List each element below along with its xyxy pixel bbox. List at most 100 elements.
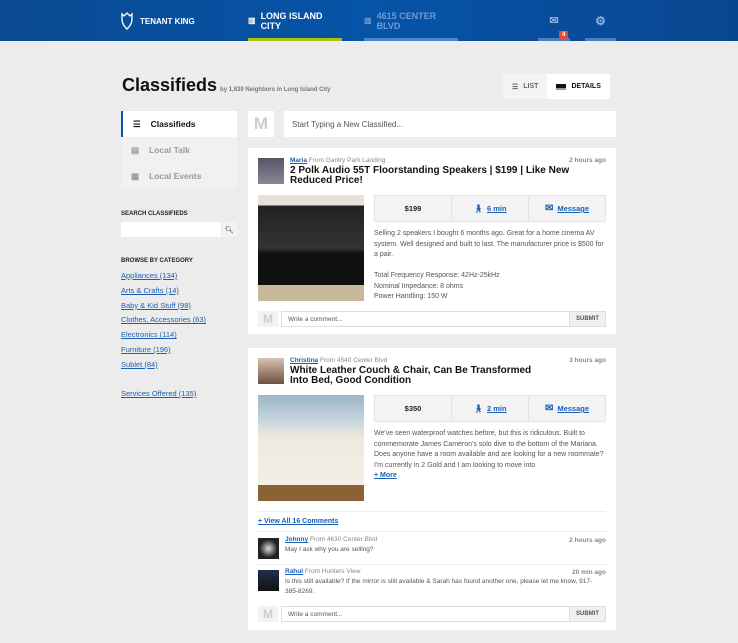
commenter-avatar[interactable]: [258, 538, 279, 559]
list-icon: ☰: [512, 83, 519, 91]
user-avatar-placeholder: M: [248, 111, 274, 137]
desc-paragraph: Selling 2 speakers I bought 6 months ago…: [374, 230, 604, 258]
mail-icon: ✉: [549, 15, 559, 27]
message-button[interactable]: ✉ Message: [528, 196, 605, 221]
comment: Johnny From 4630 Center Blvd 2 hours ago…: [258, 536, 606, 562]
category-link[interactable]: Furniture (196): [121, 345, 206, 360]
label: Classifieds: [150, 119, 196, 129]
browse-label: BROWSE BY CATEGORY: [121, 258, 193, 264]
view-all-comments-link[interactable]: + View All 16 Comments: [258, 518, 338, 525]
category-link[interactable]: Sublet (84): [121, 360, 206, 375]
search-button[interactable]: 🔍︎: [222, 222, 237, 237]
new-classified-input[interactable]: Start Typing a New Classified...: [284, 111, 616, 137]
price: $199: [404, 204, 422, 213]
top-header: TENANT KING ▥ LONG ISLAND CITY ▥ 4615 CENT…: [0, 0, 738, 41]
buildings-icon: ▥: [248, 16, 256, 25]
walking-icon: 🚶︎: [473, 404, 483, 413]
message-link[interactable]: Message: [557, 204, 589, 213]
list-view-button[interactable]: ☰ LIST: [503, 74, 548, 99]
view-toggle: ☰ LIST DETAILS: [503, 74, 610, 99]
commenter-link[interactable]: Johnny: [285, 536, 308, 543]
submit-button[interactable]: SUBMIT: [569, 312, 605, 326]
message-button[interactable]: ✉ Message: [528, 396, 605, 421]
commenter-location: From Hunters View: [304, 568, 361, 575]
search-input[interactable]: [121, 222, 221, 237]
walk-distance[interactable]: 🚶︎ 6 min: [451, 196, 528, 221]
tab-label: LONG ISLAND CITY: [260, 10, 323, 31]
crown-shield-icon: [121, 12, 133, 30]
comment-time: 20 min ago: [572, 569, 606, 576]
comment-form: M Write a comment... SUBMIT: [258, 311, 606, 327]
category-link[interactable]: Baby & Kid Stuff (98): [121, 301, 206, 316]
listing-photo[interactable]: [258, 195, 364, 301]
brand-name: TENANT KING: [140, 16, 195, 26]
commenter-avatar[interactable]: [258, 570, 279, 591]
classified-post: Maria From Gantry Park Landing 2 hours a…: [248, 148, 616, 334]
walk-link[interactable]: 6 min: [487, 204, 507, 213]
author-avatar[interactable]: [258, 358, 284, 384]
desc-line: Nominal Impedance: 8 ohms: [374, 282, 464, 290]
building-icon: ▥: [364, 16, 372, 25]
brand-logo[interactable]: TENANT KING: [120, 11, 195, 31]
post-title[interactable]: White Leather Couch & Chair, Can Be Tran…: [290, 366, 550, 386]
comment-text: Is this still available? If the mirror i…: [285, 578, 593, 595]
comment-input[interactable]: Write a comment...: [282, 607, 569, 621]
label: Local Talk: [149, 145, 190, 155]
tab-long-island-city[interactable]: ▥ LONG ISLAND CITY: [248, 0, 342, 41]
search-label: SEARCH CLASSIFIEDS: [121, 211, 188, 217]
walk-distance[interactable]: 🚶︎ 2 min: [451, 396, 528, 421]
listing-description: Selling 2 speakers I bought 6 months ago…: [374, 229, 609, 303]
author-link[interactable]: Christina: [290, 357, 318, 364]
tab-label: 4615 CENTER BLVD: [376, 10, 437, 31]
post-time: 3 hours ago: [569, 357, 606, 364]
mail-badge: 4: [559, 31, 569, 39]
category-list: Appliances (134) Arts & Crafts (14) Baby…: [121, 271, 206, 375]
details-view-button[interactable]: DETAILS: [547, 74, 610, 99]
settings-button[interactable]: ⚙: [585, 0, 616, 41]
label: DETAILS: [571, 83, 601, 90]
tab-4615-center-blvd[interactable]: ▥ 4615 CENTER BLVD: [364, 0, 458, 41]
listing-stats: $350 🚶︎ 2 min ✉ Message: [374, 395, 606, 422]
comment-time: 2 hours ago: [569, 537, 606, 544]
walk-link[interactable]: 2 min: [487, 404, 507, 413]
message-link[interactable]: Message: [557, 404, 589, 413]
messages-button[interactable]: ✉ 4: [538, 0, 570, 41]
sidebar-item-local-talk[interactable]: ▤ Local Talk: [121, 137, 237, 163]
category-link[interactable]: Arts & Crafts (14): [121, 286, 206, 301]
walking-icon: 🚶︎: [473, 204, 483, 213]
post-title[interactable]: 2 Polk Audio 55T Floorstanding Speakers …: [290, 166, 580, 186]
comment-form: M Write a comment... SUBMIT: [258, 606, 606, 622]
author-location: From 4540 Center Blvd: [319, 357, 388, 364]
author-link[interactable]: Maria: [290, 157, 307, 164]
category-link[interactable]: Electronics (114): [121, 330, 206, 345]
classified-post: Christina From 4540 Center Blvd 3 hours …: [248, 348, 616, 630]
comment-meta: Johnny From 4630 Center Blvd: [285, 536, 377, 543]
category-link[interactable]: Appliances (134): [121, 271, 206, 286]
gear-icon: ⚙: [595, 13, 606, 28]
category-link[interactable]: Clothes, Accessories (63): [121, 315, 206, 330]
listing-stats: $199 🚶︎ 6 min ✉ Message: [374, 195, 606, 222]
author-avatar[interactable]: [258, 158, 284, 184]
commenter-link[interactable]: Rahul: [285, 568, 303, 575]
sidebar-nav: ☰ Classifieds ▤ Local Talk ▦ Local Events: [121, 111, 237, 189]
sidebar-item-local-events[interactable]: ▦ Local Events: [121, 163, 237, 189]
desc-paragraph: Does anyone have a room available and ar…: [374, 451, 604, 469]
services-offered-link[interactable]: Services Offered (135): [121, 389, 196, 404]
envelope-icon: ✉: [544, 403, 554, 414]
user-avatar-placeholder: M: [258, 311, 278, 327]
sidebar-item-classifieds[interactable]: ☰ Classifieds: [121, 111, 237, 137]
post-meta: Christina From 4540 Center Blvd: [290, 357, 387, 364]
comment-meta: Rahul From Hunters View: [285, 568, 360, 575]
listing-photo[interactable]: [258, 395, 364, 501]
comment-input[interactable]: Write a comment...: [282, 312, 569, 326]
envelope-icon: ✉: [544, 203, 554, 214]
user-avatar-placeholder: M: [258, 606, 278, 622]
more-link[interactable]: + More: [374, 472, 397, 479]
page-heading: Classifieds by 1,839 Neighbors in Long I…: [122, 75, 330, 96]
search-icon: 🔍︎: [225, 226, 234, 234]
desc-line: Total Frequency Response: 42Hz-25kHz: [374, 272, 500, 279]
list-icon: ☰: [133, 118, 141, 129]
submit-button[interactable]: SUBMIT: [569, 607, 605, 621]
page-title: Classifieds: [122, 75, 218, 95]
chat-icon: ▤: [131, 144, 140, 155]
